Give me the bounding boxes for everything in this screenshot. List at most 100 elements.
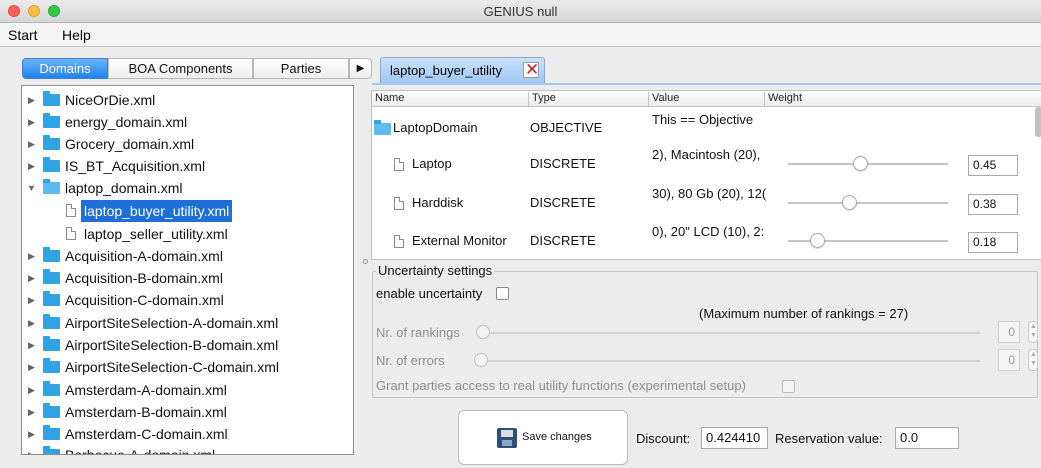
- expand-triangle-icon[interactable]: ▶: [28, 312, 35, 334]
- expand-triangle-icon[interactable]: ▶: [28, 334, 35, 356]
- errors-slider-knob[interactable]: [474, 353, 488, 367]
- tab-underline: [372, 83, 1041, 85]
- table-row[interactable]: LaptopDomain OBJECTIVE This == Objective: [372, 110, 1032, 146]
- row-type: DISCRETE: [530, 233, 596, 248]
- folder-icon: [43, 291, 60, 306]
- expand-triangle-icon[interactable]: ▶: [28, 289, 35, 311]
- expand-triangle-icon[interactable]: ▶: [28, 133, 35, 155]
- splitter-handle[interactable]: [363, 259, 368, 264]
- rankings-slider-knob[interactable]: [476, 325, 490, 339]
- expand-triangle-icon[interactable]: ▶: [28, 245, 35, 267]
- column-header-weight[interactable]: Weight: [768, 92, 802, 104]
- errors-spinner[interactable]: 0: [998, 349, 1020, 371]
- tree-item[interactable]: ▶ AirportSiteSelection-B-domain.xml: [22, 334, 342, 356]
- rankings-stepper-icon[interactable]: ▲ ▼: [1028, 321, 1038, 343]
- file-icon: [394, 158, 404, 171]
- folder-icon: [43, 381, 60, 396]
- tab-scroll-right-icon[interactable]: ▶: [349, 58, 372, 79]
- tree-item-label: Acquisition-A-domain.xml: [65, 248, 223, 264]
- reservation-field[interactable]: 0.0: [895, 427, 959, 449]
- row-name: External Monitor: [412, 233, 507, 248]
- weight-field[interactable]: 0.18: [968, 232, 1018, 253]
- grant-access-checkbox[interactable]: [782, 380, 795, 393]
- menu-help[interactable]: Help: [62, 27, 91, 43]
- tree-item[interactable]: ▶ AirportSiteSelection-A-domain.xml: [22, 312, 342, 334]
- menu-start[interactable]: Start: [8, 27, 38, 43]
- tree-item-label: AirportSiteSelection-B-domain.xml: [65, 337, 279, 353]
- tree-item[interactable]: ▶ Amsterdam-C-domain.xml: [22, 423, 342, 445]
- rankings-spinner[interactable]: 0: [998, 321, 1020, 343]
- enable-uncertainty-checkbox[interactable]: [496, 287, 509, 300]
- tree-item[interactable]: ▶ Acquisition-C-domain.xml: [22, 289, 342, 311]
- grant-access-label: Grant parties access to real utility fun…: [376, 378, 746, 393]
- expand-triangle-icon[interactable]: ▶: [28, 111, 35, 133]
- expand-triangle-icon[interactable]: ▶: [28, 155, 35, 177]
- row-name: LaptopDomain: [393, 120, 478, 135]
- column-header-type[interactable]: Type: [532, 92, 556, 104]
- left-tab-bar: Domains BOA Components Parties ▶: [22, 58, 372, 80]
- column-header-value[interactable]: Value: [652, 92, 679, 104]
- tree-item-label: Acquisition-B-domain.xml: [65, 270, 223, 286]
- tree-item[interactable]: ▶ Barbecue-A-domain.xml: [22, 444, 342, 454]
- tree-item[interactable]: ▶ Acquisition-B-domain.xml: [22, 267, 342, 289]
- expand-triangle-icon[interactable]: ▶: [28, 379, 35, 401]
- tree-item[interactable]: ▶ Amsterdam-B-domain.xml: [22, 401, 342, 423]
- expand-triangle-icon[interactable]: ▶: [28, 89, 35, 111]
- tree-item-selected[interactable]: laptop_buyer_utility.xml: [22, 200, 342, 222]
- tree-item-label: Acquisition-C-domain.xml: [65, 292, 224, 308]
- weight-field[interactable]: 0.45: [968, 155, 1018, 176]
- tree-item-label: laptop_domain.xml: [65, 180, 183, 196]
- discount-field[interactable]: 0.424410: [701, 427, 768, 449]
- weight-slider-track[interactable]: [788, 202, 948, 204]
- row-type: DISCRETE: [530, 156, 596, 171]
- folder-icon: [43, 91, 60, 106]
- row-value: 2), Macintosh (20),: [652, 147, 761, 162]
- tree-item[interactable]: ▶ energy_domain.xml: [22, 111, 342, 133]
- folder-icon: [43, 336, 60, 351]
- tab-domains[interactable]: Domains: [22, 58, 108, 79]
- tree-item[interactable]: ▶ Acquisition-A-domain.xml: [22, 245, 342, 267]
- rankings-label: Nr. of rankings: [376, 325, 460, 340]
- expand-triangle-icon[interactable]: ▶: [28, 356, 35, 378]
- domain-tree[interactable]: ▶ NiceOrDie.xml ▶ energy_domain.xml ▶ Gr…: [21, 85, 354, 455]
- weight-slider-track[interactable]: [788, 163, 948, 165]
- expand-triangle-icon[interactable]: ▶: [28, 444, 35, 454]
- expand-triangle-icon[interactable]: ▶: [28, 401, 35, 423]
- expand-triangle-icon[interactable]: ▶: [28, 423, 35, 445]
- expand-triangle-icon[interactable]: ▶: [28, 267, 35, 289]
- close-tab-icon[interactable]: ✕: [523, 60, 539, 80]
- rankings-slider-track[interactable]: [480, 332, 980, 334]
- column-separator: [764, 92, 765, 106]
- row-type: DISCRETE: [530, 195, 596, 210]
- table-scrollbar[interactable]: [1035, 107, 1041, 137]
- weight-slider-knob[interactable]: [809, 233, 825, 248]
- errors-slider-track[interactable]: [480, 360, 980, 362]
- tab-laptop-buyer-utility[interactable]: laptop_buyer_utility ✕: [380, 57, 545, 83]
- file-icon: [66, 227, 76, 240]
- open-folder-icon: [43, 179, 60, 194]
- tree-item[interactable]: laptop_seller_utility.xml: [22, 223, 342, 245]
- tree-item[interactable]: ▶ NiceOrDie.xml: [22, 89, 342, 111]
- weight-field[interactable]: 0.38: [968, 194, 1018, 215]
- tree-item[interactable]: ▶ Grocery_domain.xml: [22, 133, 342, 155]
- tab-parties[interactable]: Parties: [253, 58, 349, 79]
- tree-item[interactable]: ▶ AirportSiteSelection-C-domain.xml: [22, 356, 342, 378]
- tree-item[interactable]: ▶ IS_BT_Acquisition.xml: [22, 155, 342, 177]
- row-value: 0), 20" LCD (10), 2:: [652, 224, 765, 239]
- table-row[interactable]: Laptop DISCRETE 2), Macintosh (20), 0.45: [372, 146, 1032, 182]
- tree-item-label: Amsterdam-C-domain.xml: [65, 426, 228, 442]
- open-folder-icon: [374, 120, 391, 135]
- tree-item[interactable]: ▶ Amsterdam-A-domain.xml: [22, 379, 342, 401]
- weight-slider-knob[interactable]: [853, 156, 868, 171]
- weight-slider-knob[interactable]: [841, 195, 857, 210]
- column-header-name[interactable]: Name: [375, 92, 404, 104]
- tree-item-expanded[interactable]: ▼ laptop_domain.xml: [22, 177, 342, 199]
- errors-stepper-icon[interactable]: ▲ ▼: [1028, 349, 1038, 371]
- collapse-triangle-icon[interactable]: ▼: [27, 177, 36, 199]
- tab-boa-components[interactable]: BOA Components: [108, 58, 253, 79]
- table-row[interactable]: External Monitor DISCRETE 0), 20" LCD (1…: [372, 223, 1032, 259]
- save-changes-button[interactable]: Save changes: [458, 410, 628, 465]
- folder-icon: [43, 314, 60, 329]
- table-row[interactable]: Harddisk DISCRETE 30), 80 Gb (20), 12( 0…: [372, 185, 1032, 221]
- max-rankings-text: (Maximum number of rankings = 27): [699, 306, 909, 321]
